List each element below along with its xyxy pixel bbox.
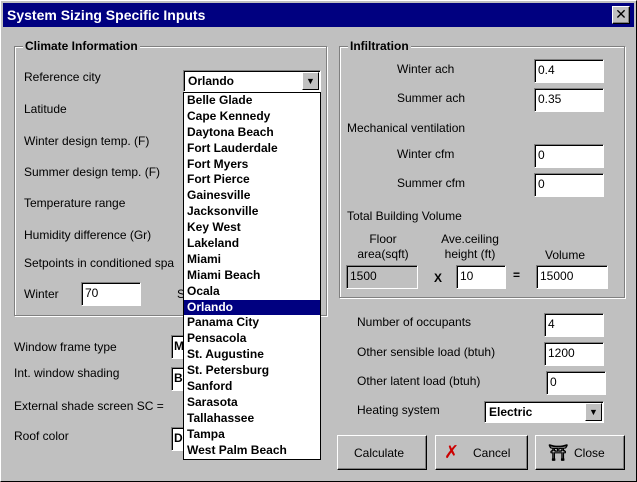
heating-system-select[interactable]: Electric ▼ <box>484 401 604 423</box>
city-option[interactable]: Lakeland <box>184 236 320 252</box>
city-option[interactable]: Panama City <box>184 315 320 331</box>
sensible-load-input[interactable]: 1200 <box>544 342 604 366</box>
close-button-label: Close <box>574 446 605 460</box>
city-option[interactable]: Cape Kennedy <box>184 109 320 125</box>
winter-setpoint-label: Winter <box>24 287 59 301</box>
climate-group-title: Climate Information <box>23 39 140 53</box>
interior-shading-label: Int. window shading <box>14 366 120 380</box>
city-option[interactable]: Miami Beach <box>184 268 320 284</box>
ceiling-height-input[interactable]: 10 <box>456 265 506 289</box>
latent-load-input[interactable]: 0 <box>546 371 606 395</box>
latent-load-label: Other latent load (btuh) <box>357 374 481 388</box>
title-bar: System Sizing Specific Inputs ✕ <box>3 3 634 27</box>
winter-ach-input[interactable]: 0.4 <box>534 59 604 83</box>
window-title: System Sizing Specific Inputs <box>7 7 206 23</box>
reference-city-dropdown-list[interactable]: Belle Glade Cape Kennedy Daytona Beach Fort… <box>183 92 321 460</box>
total-building-volume-label: Total Building Volume <box>347 209 462 223</box>
temperature-range-label: Temperature range <box>24 196 126 210</box>
city-option[interactable]: Tampa <box>184 427 320 443</box>
ceiling-height-label-line-1: Ave.ceiling <box>441 232 499 246</box>
city-option[interactable]: Sarasota <box>184 395 320 411</box>
heating-system-value: Electric <box>489 405 533 419</box>
mechanical-ventilation-label: Mechanical ventilation <box>347 121 466 135</box>
setpoints-label: Setpoints in conditioned spa <box>24 256 175 270</box>
ceiling-height-label: Ave.ceiling height (ft) <box>433 232 507 262</box>
summer-cfm-label: Summer cfm <box>397 176 466 190</box>
reference-city-label: Reference city <box>24 70 101 84</box>
times-sign: X <box>434 271 443 285</box>
window-frame-label: Window frame type <box>14 340 117 354</box>
door-exit-icon: ⛩ <box>548 445 569 462</box>
city-option[interactable]: St. Petersburg <box>184 363 320 379</box>
winter-ach-label: Winter ach <box>397 62 455 76</box>
summer-cfm-input[interactable]: 0 <box>534 173 604 197</box>
city-option[interactable]: Key West <box>184 220 320 236</box>
winter-cfm-label: Winter cfm <box>397 147 455 161</box>
cancel-x-icon: ✗ <box>444 442 460 462</box>
external-shade-label: External shade screen SC = <box>14 399 164 413</box>
infiltration-group-title: Infiltration <box>348 39 411 53</box>
city-option[interactable]: Tallahassee <box>184 411 320 427</box>
dialog-window: System Sizing Specific Inputs ✕ Climate … <box>0 0 637 482</box>
city-option[interactable]: West Palm Beach <box>184 443 320 459</box>
chevron-down-icon[interactable]: ▼ <box>302 72 319 90</box>
floor-area-label: Floor area(sqft) <box>347 232 419 262</box>
roof-color-label: Roof color <box>14 429 69 443</box>
calculate-button[interactable]: Calculate <box>337 435 427 470</box>
reference-city-value: Orlando <box>188 74 235 88</box>
city-option[interactable]: Orlando <box>184 299 320 316</box>
city-option[interactable]: Daytona Beach <box>184 125 320 141</box>
occupants-label: Number of occupants <box>357 315 472 329</box>
floor-area-label-line-1: Floor <box>369 232 397 246</box>
floor-area-label-line-2: area(sqft) <box>357 247 409 261</box>
ceiling-height-label-line-2: height (ft) <box>444 247 496 261</box>
city-option[interactable]: Fort Pierce <box>184 172 320 188</box>
winter-setpoint-input[interactable]: 70 <box>81 282 141 306</box>
cancel-button-label: Cancel <box>473 446 511 460</box>
window-close-button[interactable]: ✕ <box>612 6 630 24</box>
summer-ach-label: Summer ach <box>397 91 466 105</box>
humidity-difference-label: Humidity difference (Gr) <box>24 228 152 242</box>
city-option[interactable]: Fort Myers <box>184 157 320 173</box>
city-option[interactable]: Sanford <box>184 379 320 395</box>
sensible-load-label: Other sensible load (btuh) <box>357 345 496 359</box>
winter-cfm-input[interactable]: 0 <box>534 144 604 168</box>
volume-field: 15000 <box>536 265 608 289</box>
summer-design-label: Summer design temp. (F) <box>24 165 161 179</box>
volume-label: Volume <box>545 248 586 262</box>
city-option[interactable]: Fort Lauderdale <box>184 141 320 157</box>
city-option[interactable]: Pensacola <box>184 331 320 347</box>
occupants-input[interactable]: 4 <box>544 313 604 337</box>
city-option[interactable]: St. Augustine <box>184 347 320 363</box>
floor-area-field: 1500 <box>346 265 418 289</box>
city-option[interactable]: Ocala <box>184 284 320 300</box>
reference-city-select[interactable]: Orlando ▼ <box>183 70 321 92</box>
equals-sign: = <box>513 268 521 282</box>
calculate-button-label: Calculate <box>354 446 405 460</box>
city-option[interactable]: Gainesville <box>184 188 320 204</box>
heating-system-label: Heating system <box>357 403 440 417</box>
latitude-label: Latitude <box>24 102 67 116</box>
city-option[interactable]: Miami <box>184 252 320 268</box>
cancel-button[interactable]: ✗ Cancel <box>435 435 528 470</box>
close-button[interactable]: ⛩ Close <box>535 435 625 470</box>
winter-design-label: Winter design temp. (F) <box>24 134 150 148</box>
summer-ach-input[interactable]: 0.35 <box>534 88 604 112</box>
city-option[interactable]: Belle Glade <box>184 93 320 109</box>
city-option[interactable]: Jacksonville <box>184 204 320 220</box>
chevron-down-icon[interactable]: ▼ <box>585 403 602 421</box>
